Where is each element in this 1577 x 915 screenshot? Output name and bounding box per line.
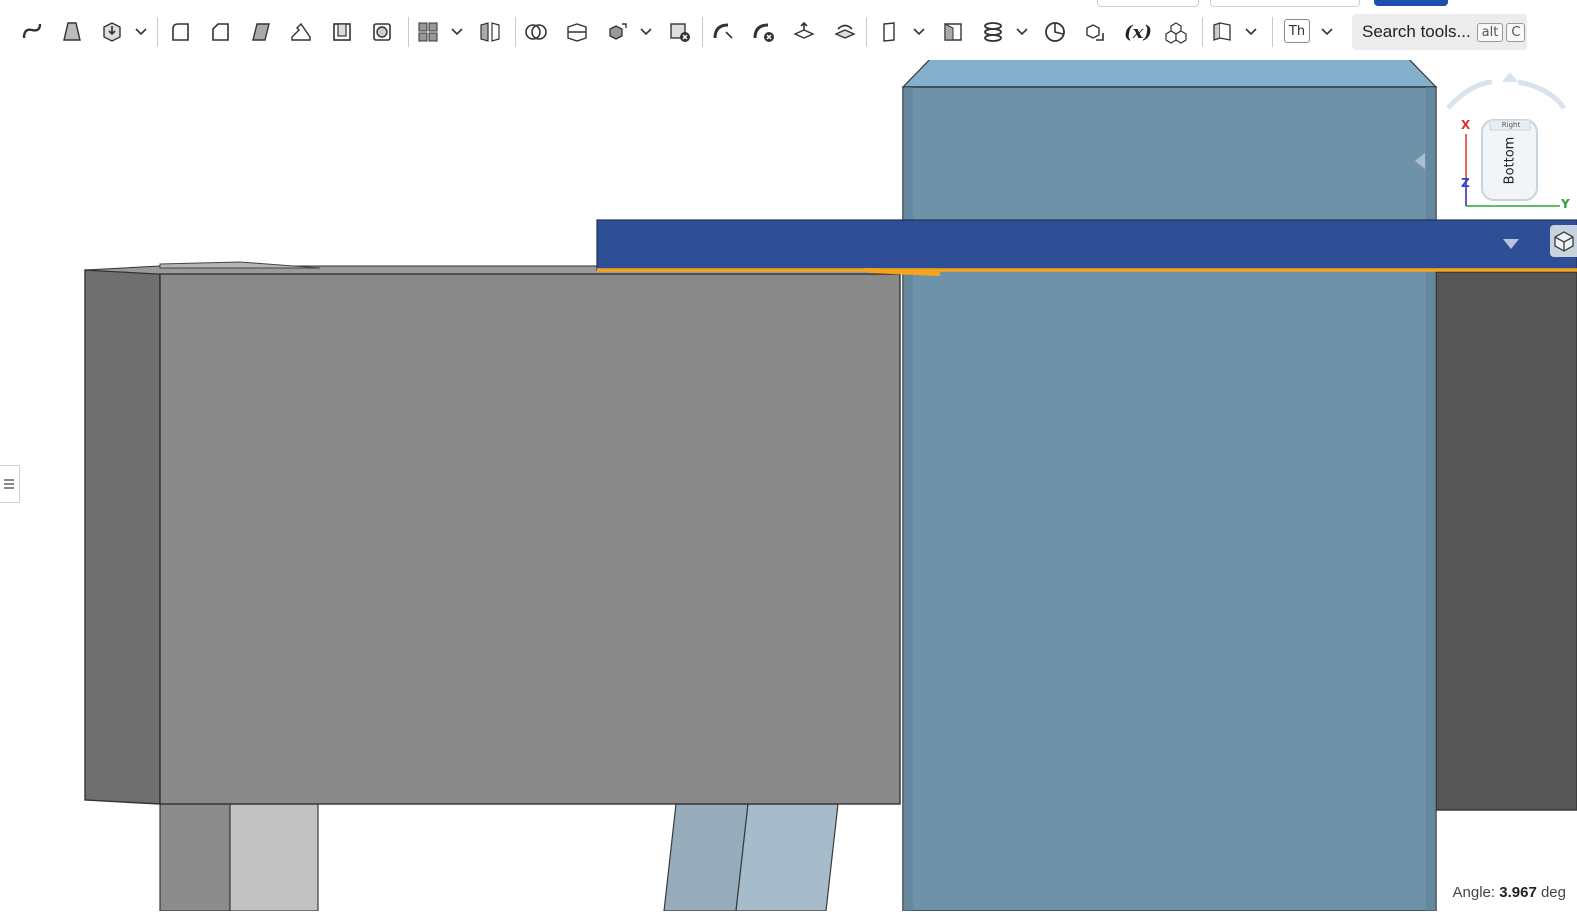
rotate-right-arc-icon[interactable] (1517, 79, 1567, 110)
leg-left-light[interactable] (229, 803, 319, 912)
leg-left-dark[interactable] (159, 803, 231, 912)
gray-block-sliver[interactable] (159, 261, 321, 269)
list-icon (3, 479, 14, 489)
blue-column-shade-left (903, 87, 913, 911)
hole-icon[interactable] (368, 18, 396, 46)
axis-x-label: X (1461, 118, 1471, 132)
rib-icon[interactable] (287, 18, 315, 46)
surface-dropdown-chevron-icon[interactable] (1320, 22, 1334, 42)
view-cube[interactable]: Right Bottom X Y Z (1440, 66, 1577, 216)
extrude-dropdown-chevron-icon[interactable] (134, 22, 148, 42)
loft-icon[interactable] (58, 18, 86, 46)
top-primary-button-stub[interactable] (1374, 0, 1448, 6)
angle-label: Angle: (1452, 884, 1496, 901)
view-cube-face-bottom-label-wrap: Bottom (1482, 120, 1537, 200)
blue-column-front-face[interactable] (902, 86, 1437, 912)
top-tab-stub-1[interactable] (1097, 0, 1199, 7)
transform-dropdown-chevron-icon[interactable] (639, 22, 653, 42)
pattern-icon[interactable] (414, 18, 442, 46)
fillet-icon[interactable] (166, 18, 194, 46)
toolbar-separator (1202, 17, 1203, 47)
rotate-up-arrow-icon[interactable] (1502, 72, 1518, 82)
feature-toolbar: (x) Th Search tools... alt C (0, 0, 1577, 60)
move-face-icon[interactable] (790, 18, 818, 46)
shortcut-alt-key: alt (1476, 22, 1504, 42)
shell-icon[interactable] (328, 18, 356, 46)
view-cube-face-bottom-label: Bottom (1502, 136, 1517, 184)
leg-angled-a[interactable] (663, 803, 749, 912)
variable-button[interactable]: (x) (1121, 18, 1155, 46)
feature-list-toggle[interactable] (0, 465, 20, 503)
plane-dropdown-chevron-icon[interactable] (912, 22, 926, 42)
toolbar-separator (408, 17, 409, 47)
pattern-dropdown-chevron-icon[interactable] (450, 22, 464, 42)
axis-z-label: Z (1461, 176, 1470, 190)
modify-fillet-icon[interactable] (710, 18, 738, 46)
sheet-metal-dropdown-chevron-icon[interactable] (1244, 22, 1258, 42)
model-scene[interactable] (0, 0, 1577, 912)
sweep-icon[interactable] (18, 18, 46, 46)
search-tools-input[interactable]: Search tools... alt C (1352, 14, 1527, 50)
toolbar-separator (866, 17, 867, 47)
helix-icon[interactable] (979, 18, 1007, 46)
toolbar-separator (515, 17, 516, 47)
thicken-button[interactable]: Th (1284, 19, 1310, 43)
mirror-icon[interactable] (476, 18, 504, 46)
mate-connector-icon[interactable] (939, 18, 967, 46)
delete-part-icon[interactable] (666, 18, 694, 46)
measure-icon[interactable] (1041, 18, 1069, 46)
gray-block-side-face[interactable] (84, 269, 161, 805)
curve-dropdown-chevron-icon[interactable] (1015, 22, 1029, 42)
gray-block-front-face[interactable] (159, 273, 901, 805)
plane-icon[interactable] (876, 18, 904, 46)
graphics-viewport[interactable] (0, 0, 1577, 912)
plane-dropdown-icon[interactable] (1500, 235, 1522, 253)
derived-icon[interactable] (1081, 18, 1109, 46)
delete-face-icon[interactable] (750, 18, 778, 46)
angle-value[interactable]: 3.967 (1499, 884, 1537, 901)
view-cube-collapse-icon[interactable] (1412, 150, 1428, 172)
angle-readout: Angle: 3.967 deg (1449, 883, 1569, 902)
leg-angled-b[interactable] (735, 803, 839, 912)
transform-icon[interactable] (603, 18, 631, 46)
axis-y-label: Y (1561, 197, 1570, 211)
blue-column-shade-right (1426, 87, 1436, 911)
top-tab-stub-2[interactable] (1210, 0, 1360, 7)
shortcut-c-key: C (1506, 22, 1526, 42)
boolean-icon[interactable] (522, 18, 550, 46)
angle-unit: deg (1540, 884, 1566, 901)
extrude-icon[interactable] (98, 18, 126, 46)
toolbar-separator (702, 17, 703, 47)
sheet-metal-icon[interactable] (1208, 18, 1236, 46)
replace-face-icon[interactable] (831, 18, 859, 46)
search-tools-placeholder: Search tools... (1362, 22, 1471, 41)
selected-plane[interactable] (596, 219, 1577, 271)
split-icon[interactable] (563, 18, 591, 46)
toolbar-separator (157, 17, 158, 47)
part-cube-icon[interactable] (1550, 225, 1577, 257)
chamfer-icon[interactable] (206, 18, 234, 46)
toolbar-separator (1272, 17, 1273, 47)
draft-icon[interactable] (247, 18, 275, 46)
rotate-left-arc-icon[interactable] (1446, 79, 1493, 110)
assembly-icon[interactable] (1162, 18, 1190, 46)
dark-block[interactable] (1435, 271, 1577, 811)
